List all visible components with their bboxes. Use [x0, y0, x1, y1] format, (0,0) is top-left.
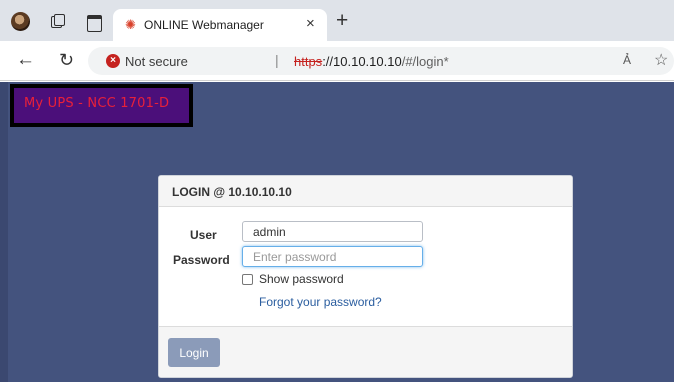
- login-panel: LOGIN @ 10.10.10.10 User Password Show p…: [158, 175, 573, 378]
- show-password-checkbox[interactable]: [242, 274, 253, 285]
- login-title: LOGIN @ 10.10.10.10: [172, 185, 292, 199]
- profile-avatar[interactable]: [11, 12, 30, 31]
- url-separator: |: [275, 52, 279, 68]
- show-password-label[interactable]: Show password: [259, 272, 344, 286]
- collections-icon[interactable]: [49, 13, 65, 29]
- ups-name: My UPS - NCC 1701-D: [24, 96, 170, 111]
- favorite-star-icon[interactable]: ☆: [654, 50, 668, 70]
- new-tab-icon[interactable]: +: [336, 10, 348, 31]
- page-content: My UPS - NCC 1701-D LOGIN @ 10.10.10.10 …: [0, 82, 674, 382]
- read-aloud-icon[interactable]: Ả: [623, 53, 631, 67]
- refresh-icon[interactable]: ↻: [59, 50, 74, 70]
- tab-title: ONLINE Webmanager: [144, 18, 264, 32]
- browser-tab-bar: ✺ ONLINE Webmanager × +: [0, 0, 674, 41]
- username-field[interactable]: [242, 221, 423, 242]
- password-field[interactable]: [242, 246, 423, 267]
- url-host: ://10.10.10.10: [322, 54, 402, 69]
- forgot-password-link[interactable]: Forgot your password?: [259, 295, 382, 309]
- user-label: User: [190, 228, 217, 242]
- browser-address-bar: ← ↻ × Not secure | https://10.10.10.10/#…: [0, 41, 674, 81]
- tab-actions-icon[interactable]: [86, 13, 102, 32]
- url-text[interactable]: https://10.10.10.10/#/login*: [294, 54, 449, 69]
- url-protocol: https: [294, 54, 323, 69]
- login-button[interactable]: Login: [168, 338, 220, 367]
- not-secure-icon[interactable]: ×: [106, 54, 120, 68]
- url-path: /#/login*: [401, 54, 449, 69]
- url-field[interactable]: × Not secure | https://10.10.10.10/#/log…: [88, 47, 674, 75]
- back-icon[interactable]: ←: [16, 50, 35, 70]
- tab-close-icon[interactable]: ×: [306, 16, 315, 32]
- security-status[interactable]: Not secure: [125, 54, 188, 69]
- login-footer: Login: [159, 326, 572, 377]
- ups-banner: My UPS - NCC 1701-D: [10, 84, 193, 127]
- browser-tab-active[interactable]: ✺ ONLINE Webmanager ×: [113, 9, 327, 41]
- site-favicon-icon: ✺: [125, 17, 136, 32]
- password-label: Password: [173, 253, 230, 267]
- login-header: LOGIN @ 10.10.10.10: [159, 176, 572, 207]
